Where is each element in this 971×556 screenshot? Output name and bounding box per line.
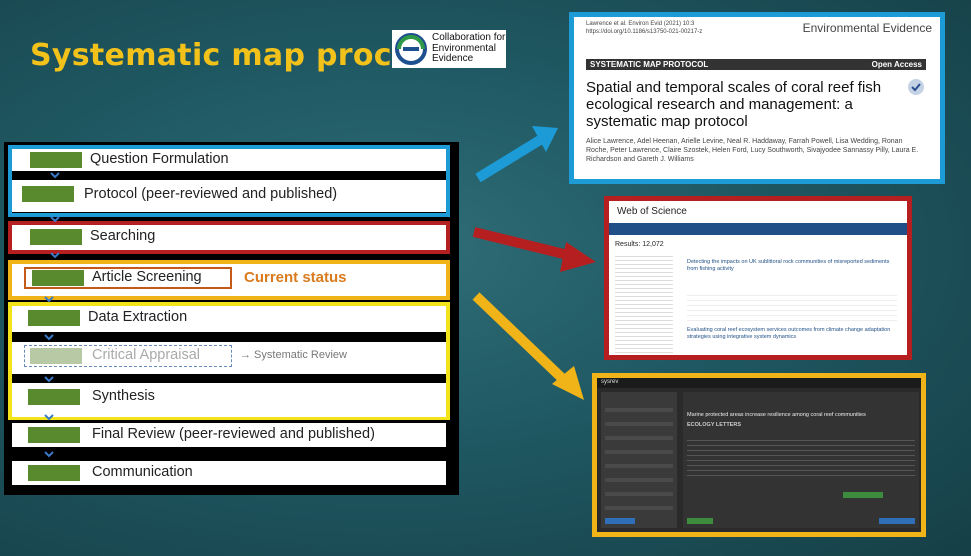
- sysrev-logo: sysrev: [601, 379, 619, 385]
- publication-screenshot: Lawrence et al. Environ Evid (2021) 10:3…: [569, 12, 945, 184]
- blue-arrow-icon: [475, 126, 558, 183]
- check-updates-icon: [908, 79, 924, 95]
- authors: Alice Lawrence, Adel Heenan, Arielle Lev…: [586, 138, 919, 163]
- orange-arrow-icon: [472, 292, 584, 400]
- citation: Lawrence et al. Environ Evid (2021) 10:3: [586, 21, 695, 27]
- doi: https://doi.org/10.1186/s13750-021-00217…: [586, 29, 703, 35]
- protocol-banner: SYSTEMATIC MAP PROTOCOL Open Access: [586, 59, 926, 70]
- wos-results: Results: 12,072: [615, 241, 664, 248]
- red-arrow-icon: [472, 227, 596, 272]
- open-access: Open Access: [871, 60, 922, 69]
- wos-result-2: Evaluating coral reef ecosystem services…: [687, 327, 891, 340]
- sysrev-journal: ECOLOGY LETTERS: [687, 422, 741, 428]
- journal-name: Environmental Evidence: [802, 21, 932, 35]
- paper-heading: Spatial and temporal scales of coral ree…: [586, 79, 882, 130]
- web-of-science-screenshot: Web of Science Results: 12,072 Detecting…: [604, 196, 912, 360]
- sysrev-article-title: Marine protected areas increase resilien…: [687, 412, 866, 418]
- wos-title: Web of Science: [617, 206, 687, 217]
- sysrev-screenshot: sysrev Marine protected areas increase r…: [592, 373, 926, 537]
- wos-result-1: Detecting the impacts on UK sublittoral …: [687, 259, 890, 272]
- banner-text: SYSTEMATIC MAP PROTOCOL: [590, 60, 709, 69]
